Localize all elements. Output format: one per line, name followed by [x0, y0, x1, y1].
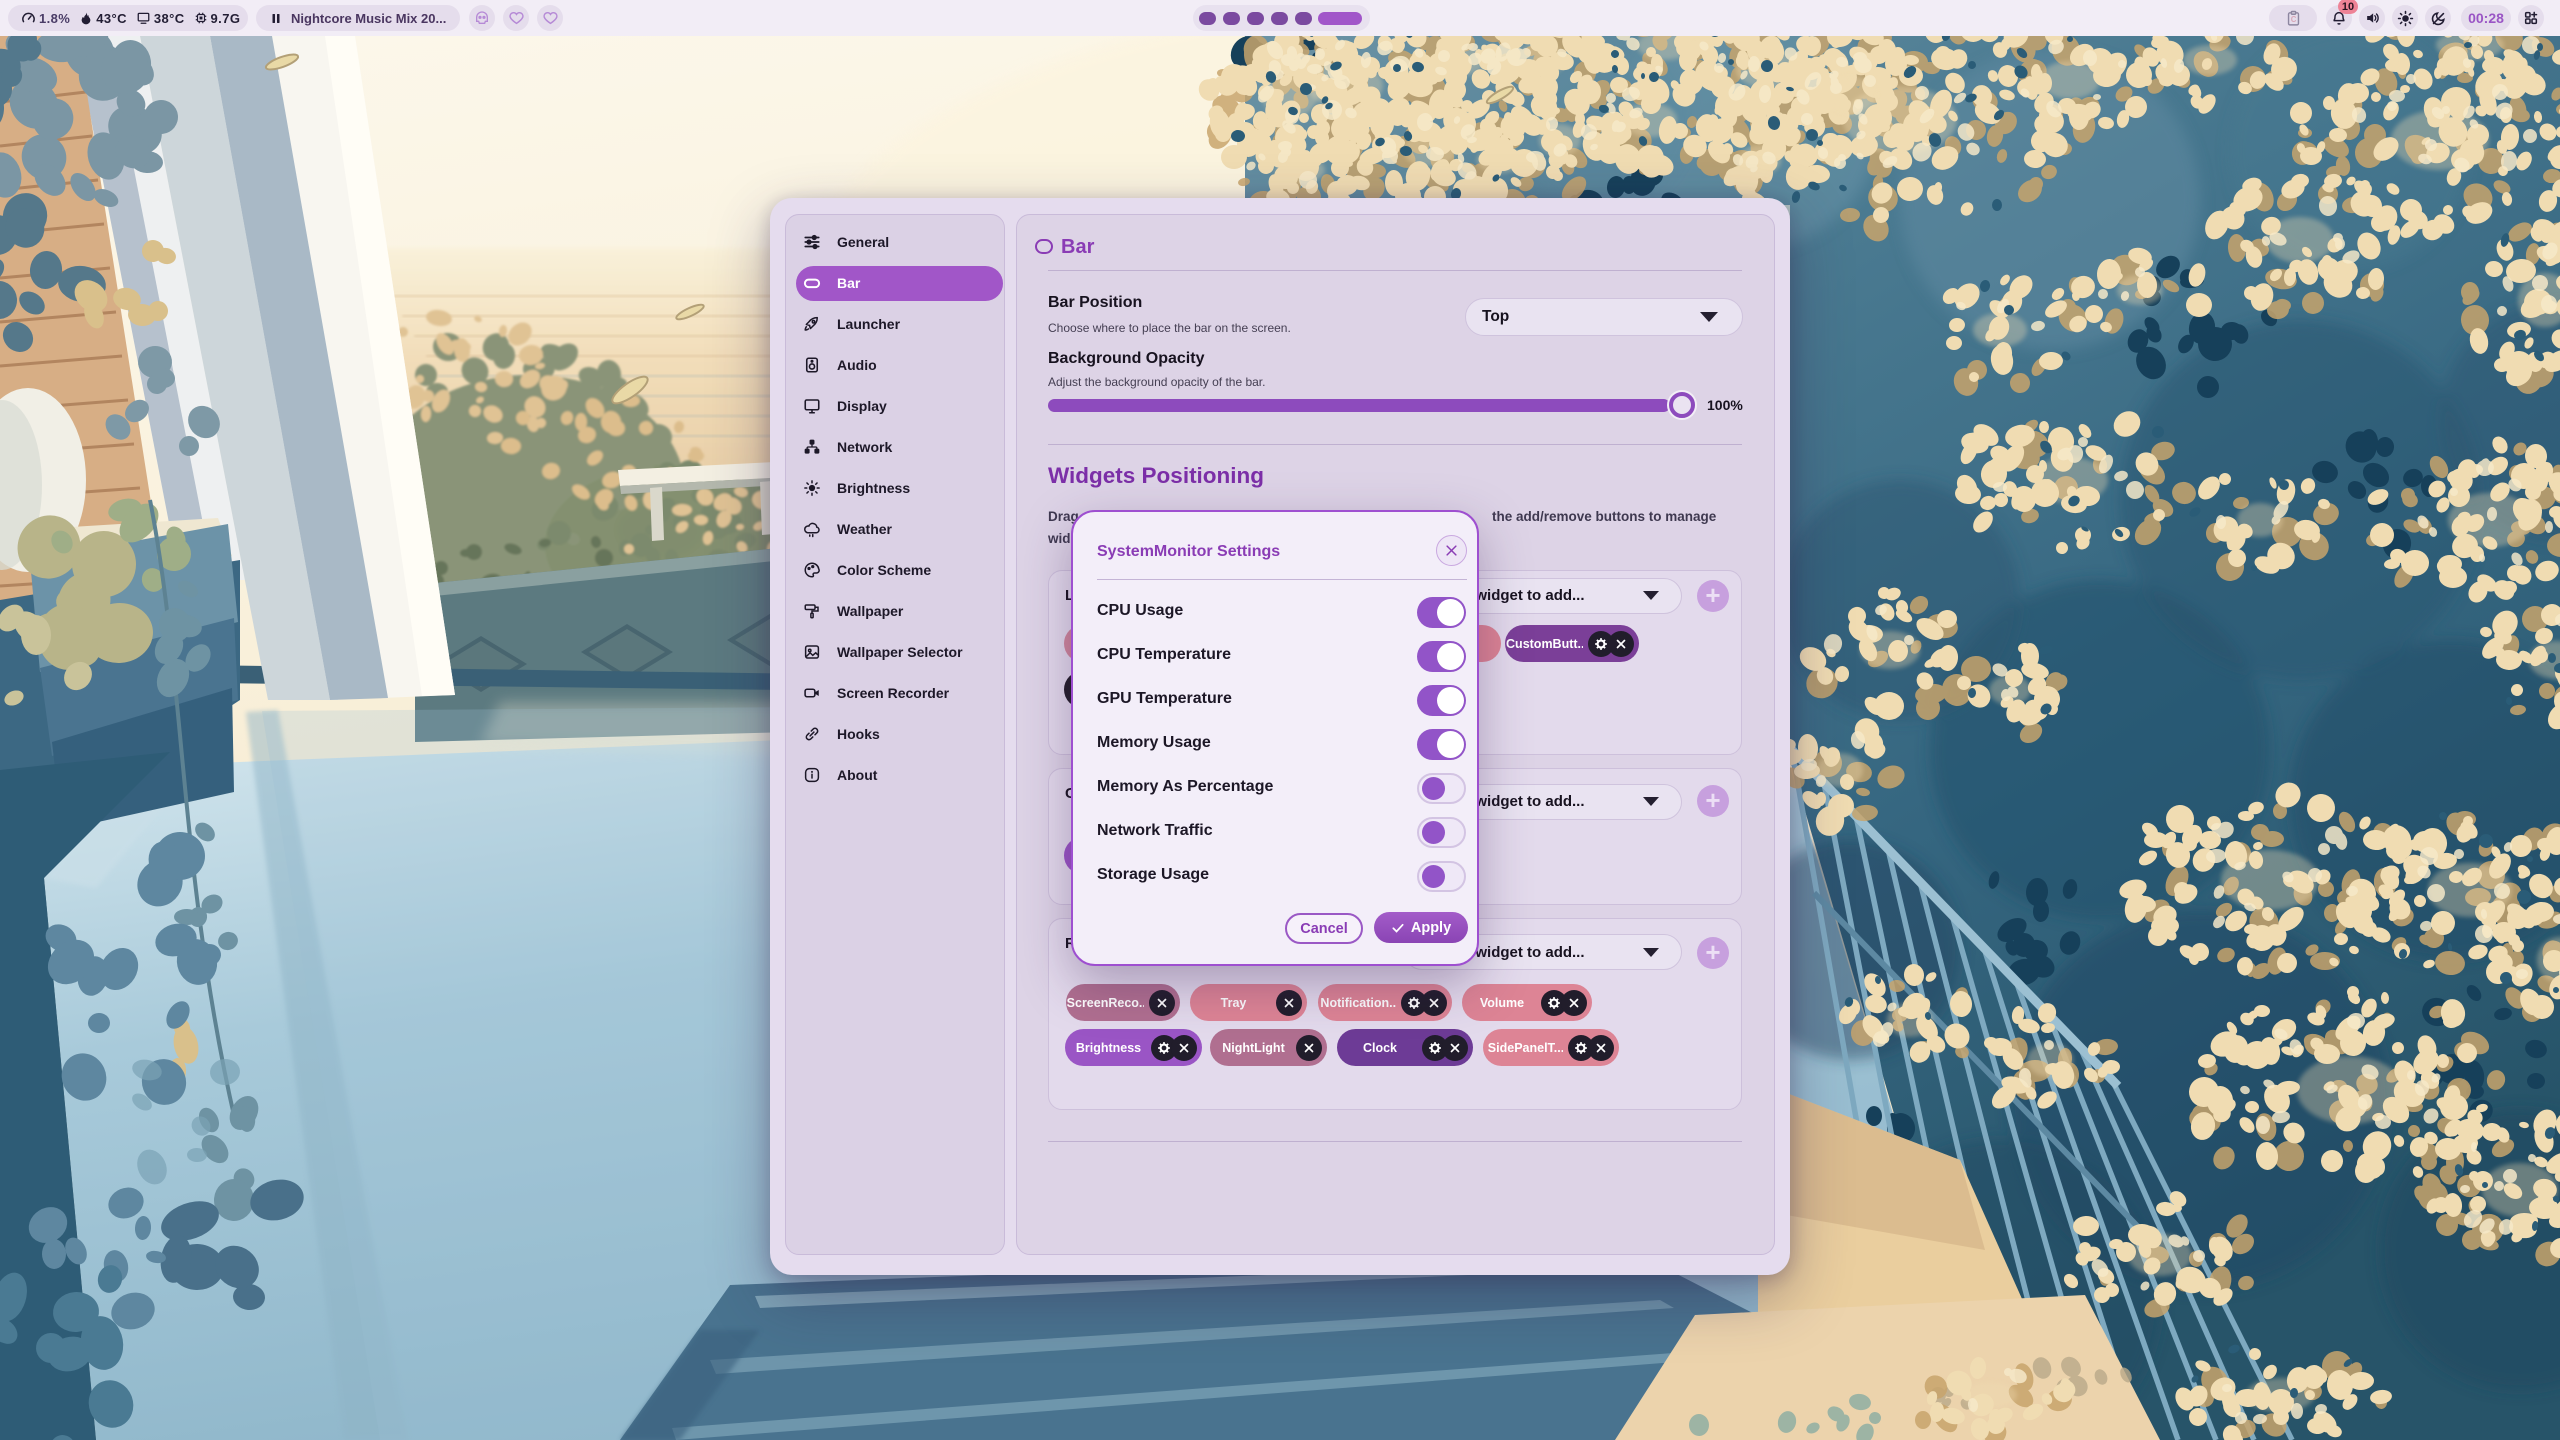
svg-text:C: C: [2290, 15, 2296, 24]
